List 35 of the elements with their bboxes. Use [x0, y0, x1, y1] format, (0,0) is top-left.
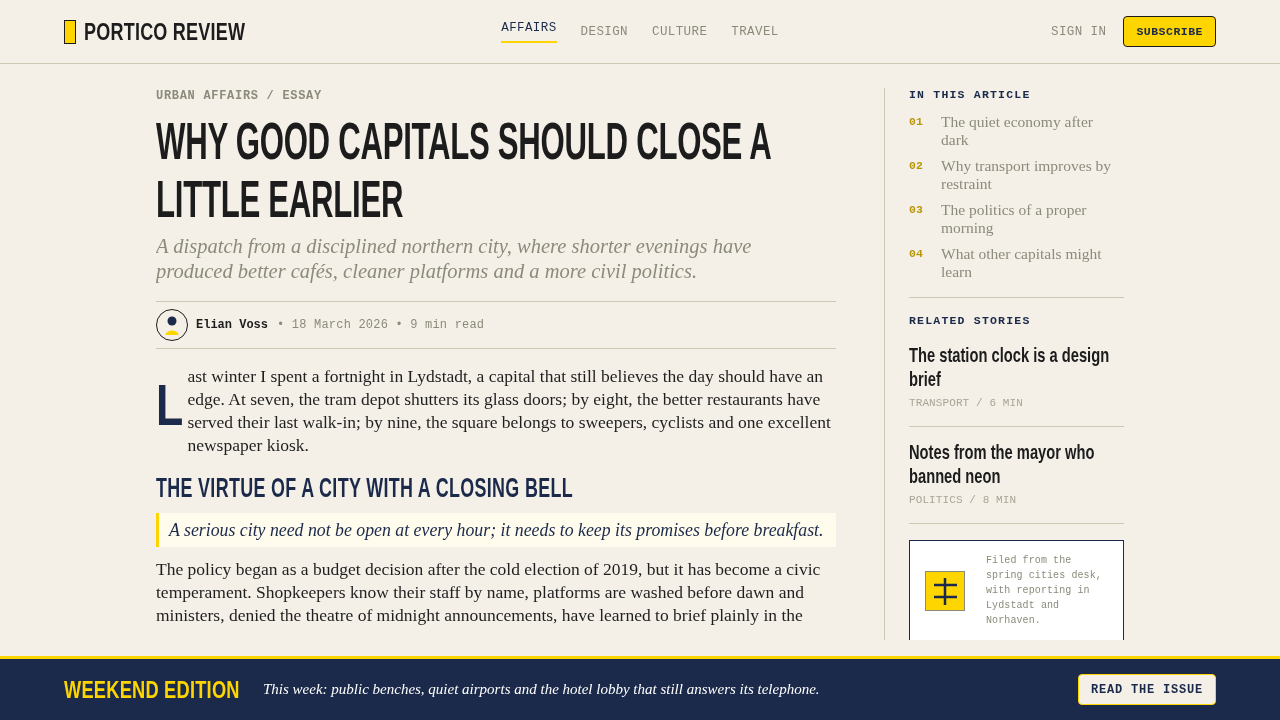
toc-number: 03	[909, 202, 924, 218]
related-story-link[interactable]: Notes from the mayor who banned neon	[909, 440, 1124, 488]
pull-quote: A serious city need not be open at every hour; it needs to keep its promises before breakfast.	[156, 513, 836, 547]
related-heading: RELATED STORIES	[909, 314, 1032, 328]
toc-link[interactable]: What other capitals might learn	[941, 245, 1121, 281]
nav-tab[interactable]: DESIGN	[580, 23, 628, 40]
story-meta: POLITICS / 8 MIN	[909, 493, 1018, 507]
author-name: Elian Voss	[196, 318, 268, 332]
toc-link[interactable]: The politics of a proper morning	[941, 201, 1121, 237]
toc-heading: IN THIS ARTICLE	[909, 88, 1032, 102]
nav-tab[interactable]: AFFAIRS	[501, 20, 557, 43]
subscribe-button[interactable]: SUBSCRIBE	[1123, 16, 1216, 47]
related-story-link[interactable]: The station clock is a design brief	[909, 343, 1124, 391]
avatar-icon	[156, 309, 188, 341]
desk-note-text: Filed from the spring cities desk, with reporting in Lydstadt and Norhaven.	[986, 554, 1103, 628]
article-kicker: URBAN AFFAIRS / ESSAY	[156, 88, 323, 104]
nav-tab[interactable]: CULTURE	[652, 23, 708, 40]
logo-mark-icon	[64, 19, 76, 44]
edition-teaser: This week: public benches, quiet airports and the hotel lobby that still answers its telephone.	[263, 681, 820, 698]
edition-label: WEEKEND EDITION	[64, 675, 240, 704]
read-issue-button[interactable]: READ THE ISSUE	[1077, 674, 1216, 705]
sign-in-link[interactable]: SIGN IN	[1051, 24, 1107, 39]
cross-tile-icon	[925, 570, 965, 611]
toc-link[interactable]: Why transport improves by restraint	[941, 157, 1121, 193]
toc-number: 04	[909, 246, 924, 262]
toc-number: 02	[909, 158, 924, 174]
nav-tab[interactable]: TRAVEL	[731, 23, 779, 40]
toc-link[interactable]: The quiet economy after dark	[941, 113, 1121, 149]
toc-number: 01	[909, 114, 924, 130]
site-logo[interactable]: PORTICO REVIEW	[84, 17, 246, 46]
section-heading: THE VIRTUE OF A CITY WITH A CLOSING BELL	[156, 472, 573, 504]
article-title: WHY GOOD CAPITALS SHOULD CLOSE A LITTLE EARLIER	[156, 112, 772, 228]
story-meta: TRANSPORT / 6 MIN	[909, 396, 1024, 410]
body-paragraph: The policy began as a budget decision after the cold election of 2019, but it has become a civic temperament. Shopkeepers know their staff by name, platforms are washed before dawn and ministers, denied the theatre of midnight announcements, have learned to brief plainly in the	[156, 558, 822, 627]
byline-details: • 18 March 2026 • 9 min read	[277, 318, 485, 332]
